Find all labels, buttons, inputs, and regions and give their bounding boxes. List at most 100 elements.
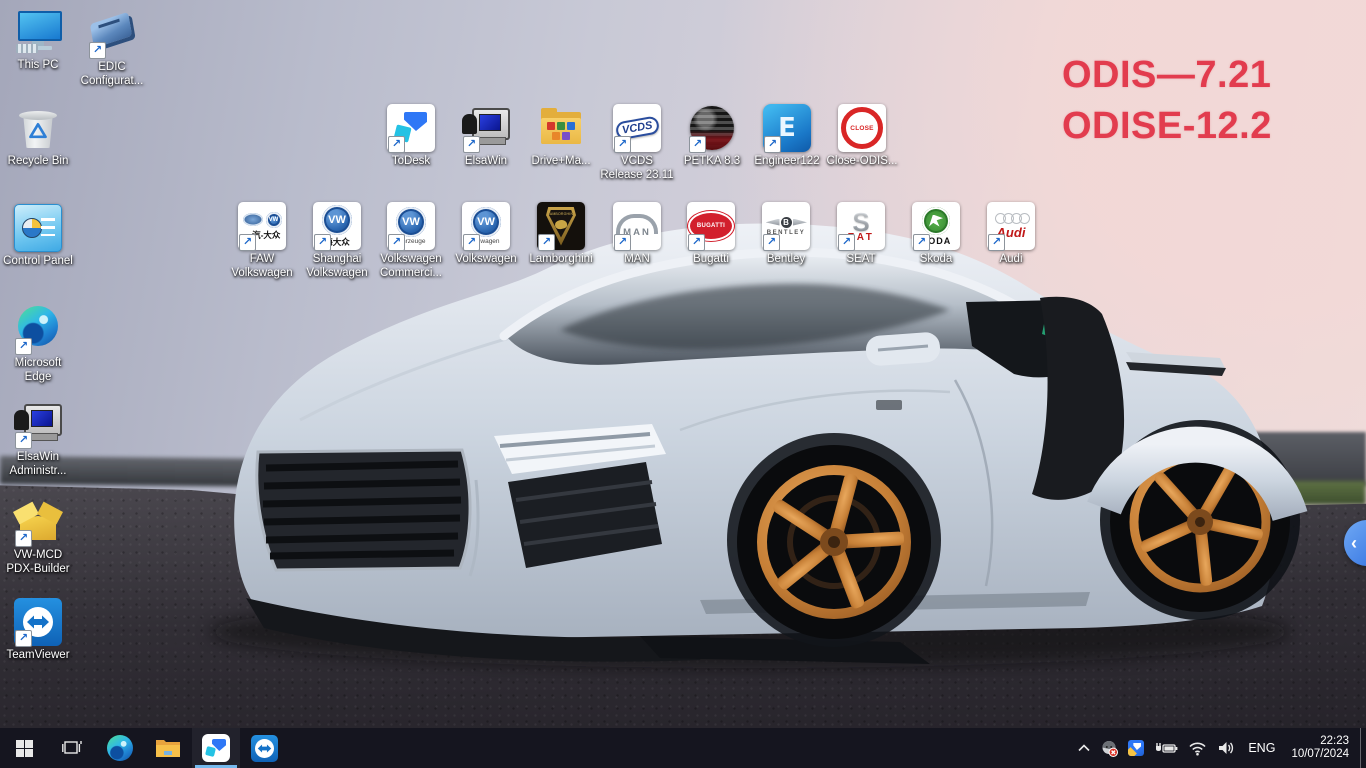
shortcut-arrow-icon: ↗: [614, 234, 631, 251]
vcds-icon: VCDS ↗: [613, 104, 661, 153]
desktop-icon-vw-mcd-pdx-builder[interactable]: ↗ VW-MCD PDX-Builder: [0, 498, 76, 576]
windows-logo-icon: [15, 739, 33, 757]
shortcut-arrow-icon: ↗: [764, 136, 781, 153]
folder-icon: [537, 104, 585, 152]
man-logo-icon: MAN ↗: [613, 202, 661, 251]
file-explorer-icon: [156, 740, 180, 757]
desktop-icon-bentley[interactable]: B BENTLEY ↗ Bentley: [748, 202, 824, 267]
shortcut-arrow-icon: ↗: [463, 234, 480, 251]
desktop-icon-audi[interactable]: Audi ↗ Audi: [973, 202, 1049, 267]
shortcut-arrow-icon: ↗: [239, 234, 256, 251]
open-box-icon: ↗: [13, 498, 63, 547]
taskbar-todesk-button[interactable]: [192, 728, 240, 768]
taskbar-edge-button[interactable]: [96, 728, 144, 768]
desktop-icon-volkswagen-commercial[interactable]: VW fahrzeuge ↗ Volkswagen Commerci...: [373, 202, 449, 280]
shortcut-arrow-icon: ↗: [388, 234, 405, 251]
bugatti-logo-icon: BUGATTI ↗: [687, 202, 735, 251]
tray-clock[interactable]: 22:23 10/07/2024: [1283, 735, 1357, 761]
desktop-icon-teamviewer[interactable]: ↗ TeamViewer: [0, 598, 76, 663]
edic-device-icon: ↗: [88, 10, 136, 59]
tray-volume-icon[interactable]: [1212, 728, 1240, 768]
tray-todesk-icon[interactable]: [1123, 728, 1149, 768]
taskbar-file-explorer-button[interactable]: [144, 728, 192, 768]
bentley-wings-icon: B BENTLEY ↗: [762, 202, 810, 251]
audi-logo-icon: Audi ↗: [987, 202, 1035, 251]
shortcut-arrow-icon: ↗: [988, 234, 1005, 251]
shortcut-arrow-icon: ↗: [463, 136, 480, 153]
taskbar-teamviewer-button[interactable]: [240, 728, 288, 768]
desktop-icon-close-odis[interactable]: CLOSE Close-ODIS...: [824, 104, 900, 169]
todesk-icon: ↗: [387, 104, 435, 153]
desktop-icon-edic-configurator[interactable]: ↗ EDIC Configurat...: [74, 10, 150, 88]
tray-time: 22:23: [1320, 735, 1349, 747]
shortcut-arrow-icon: ↗: [689, 136, 706, 153]
desktop-icon-engineer122[interactable]: E ↗ Engineer122: [749, 104, 825, 169]
tray-date: 10/07/2024: [1291, 748, 1349, 760]
vw-logo-icon: VW lkswagen ↗: [462, 202, 510, 251]
desktop: ODIS—7.21 ODISE-12.2 This PC ↗ EDIC Conf…: [0, 0, 1366, 768]
shortcut-arrow-icon: ↗: [15, 432, 32, 449]
task-view-icon: [62, 741, 82, 754]
shortcut-arrow-icon: ↗: [89, 42, 106, 59]
seat-logo-icon: S EAT ↗: [837, 202, 885, 251]
desktop-icon-skoda[interactable]: KODA ↗ Skoda: [898, 202, 974, 267]
teamviewer-icon: ↗: [14, 598, 62, 647]
vw-logo-icon: VW 海大众 ↗: [313, 202, 361, 251]
shortcut-arrow-icon: ↗: [388, 136, 405, 153]
shortcut-arrow-icon: ↗: [15, 338, 32, 355]
desktop-icon-shanghai-volkswagen[interactable]: VW 海大众 ↗ Shanghai Volkswagen: [299, 202, 375, 280]
desktop-icon-volkswagen[interactable]: VW lkswagen ↗ Volkswagen: [448, 202, 524, 267]
desktop-icon-this-pc[interactable]: This PC: [0, 8, 76, 73]
odis-version-line1: ODIS—7.21: [1062, 54, 1272, 96]
desktop-icon-recycle-bin[interactable]: Recycle Bin: [0, 104, 76, 169]
petka-sphere-icon: ↗: [688, 104, 736, 153]
lamborghini-shield-icon: LAMBORGHINI ↗: [537, 202, 585, 251]
start-button[interactable]: [0, 728, 48, 768]
elsawin-icon: ↗: [14, 400, 62, 449]
desktop-icon-elsawin[interactable]: ↗ ElsaWin: [448, 104, 524, 169]
recycle-bin-icon: [14, 104, 62, 152]
shortcut-arrow-icon: ↗: [614, 136, 631, 153]
desktop-icon-faw-volkswagen[interactable]: VW 一汽-大众 ↗ FAW Volkswagen: [224, 202, 300, 280]
taskbar: ENG 22:23 10/07/2024: [0, 728, 1366, 768]
shortcut-arrow-icon: ↗: [913, 234, 930, 251]
elsawin-icon: ↗: [462, 104, 510, 153]
task-view-button[interactable]: [48, 728, 96, 768]
tray-chevron-up-icon[interactable]: [1072, 728, 1096, 768]
skoda-logo-icon: KODA ↗: [912, 202, 960, 251]
tray-app-error-icon[interactable]: [1096, 728, 1123, 768]
chevron-left-icon: ‹: [1351, 532, 1357, 553]
odis-version-banner: ODIS—7.21 ODISE-12.2: [1062, 50, 1272, 152]
tray-network-icon[interactable]: [1183, 728, 1212, 768]
todesk-icon: [202, 734, 230, 762]
this-pc-icon: [14, 8, 62, 56]
tray-language-indicator[interactable]: ENG: [1240, 728, 1283, 768]
desktop-icon-elsawin-administration[interactable]: ↗ ElsaWin Administr...: [0, 400, 76, 478]
shortcut-arrow-icon: ↗: [838, 234, 855, 251]
desktop-icon-bugatti[interactable]: BUGATTI ↗ Bugatti: [673, 202, 749, 267]
shortcut-arrow-icon: ↗: [15, 630, 32, 647]
desktop-icon-seat[interactable]: S EAT ↗ SEAT: [823, 202, 899, 267]
edge-icon: ↗: [14, 306, 62, 355]
desktop-icon-todesk[interactable]: ↗ ToDesk: [373, 104, 449, 169]
show-desktop-button[interactable]: [1360, 728, 1366, 768]
shortcut-arrow-icon: ↗: [688, 234, 705, 251]
odis-version-line2: ODISE-12.2: [1062, 105, 1272, 147]
desktop-icon-vcds[interactable]: VCDS ↗ VCDS Release 23.11: [599, 104, 675, 182]
tray-power-icon[interactable]: [1149, 728, 1183, 768]
desktop-icon-drive-ma[interactable]: Drive+Ma...: [523, 104, 599, 169]
desktop-icon-control-panel[interactable]: Control Panel: [0, 204, 76, 269]
desktop-icon-man[interactable]: MAN ↗ MAN: [599, 202, 675, 267]
shortcut-arrow-icon: ↗: [314, 234, 331, 251]
faw-vw-logo-icon: VW 一汽-大众 ↗: [238, 202, 286, 251]
shortcut-arrow-icon: ↗: [763, 234, 780, 251]
close-sign-icon: CLOSE: [838, 104, 886, 152]
engineer-icon: E ↗: [763, 104, 811, 153]
control-panel-icon: [14, 204, 62, 252]
vw-logo-icon: VW fahrzeuge ↗: [387, 202, 435, 251]
desktop-icon-microsoft-edge[interactable]: ↗ Microsoft Edge: [0, 302, 76, 384]
edge-icon: [107, 735, 133, 761]
shortcut-arrow-icon: ↗: [15, 530, 32, 547]
desktop-icon-lamborghini[interactable]: LAMBORGHINI ↗ Lamborghini: [523, 202, 599, 267]
desktop-icon-petka[interactable]: ↗ PETKA 8.3: [674, 104, 750, 169]
